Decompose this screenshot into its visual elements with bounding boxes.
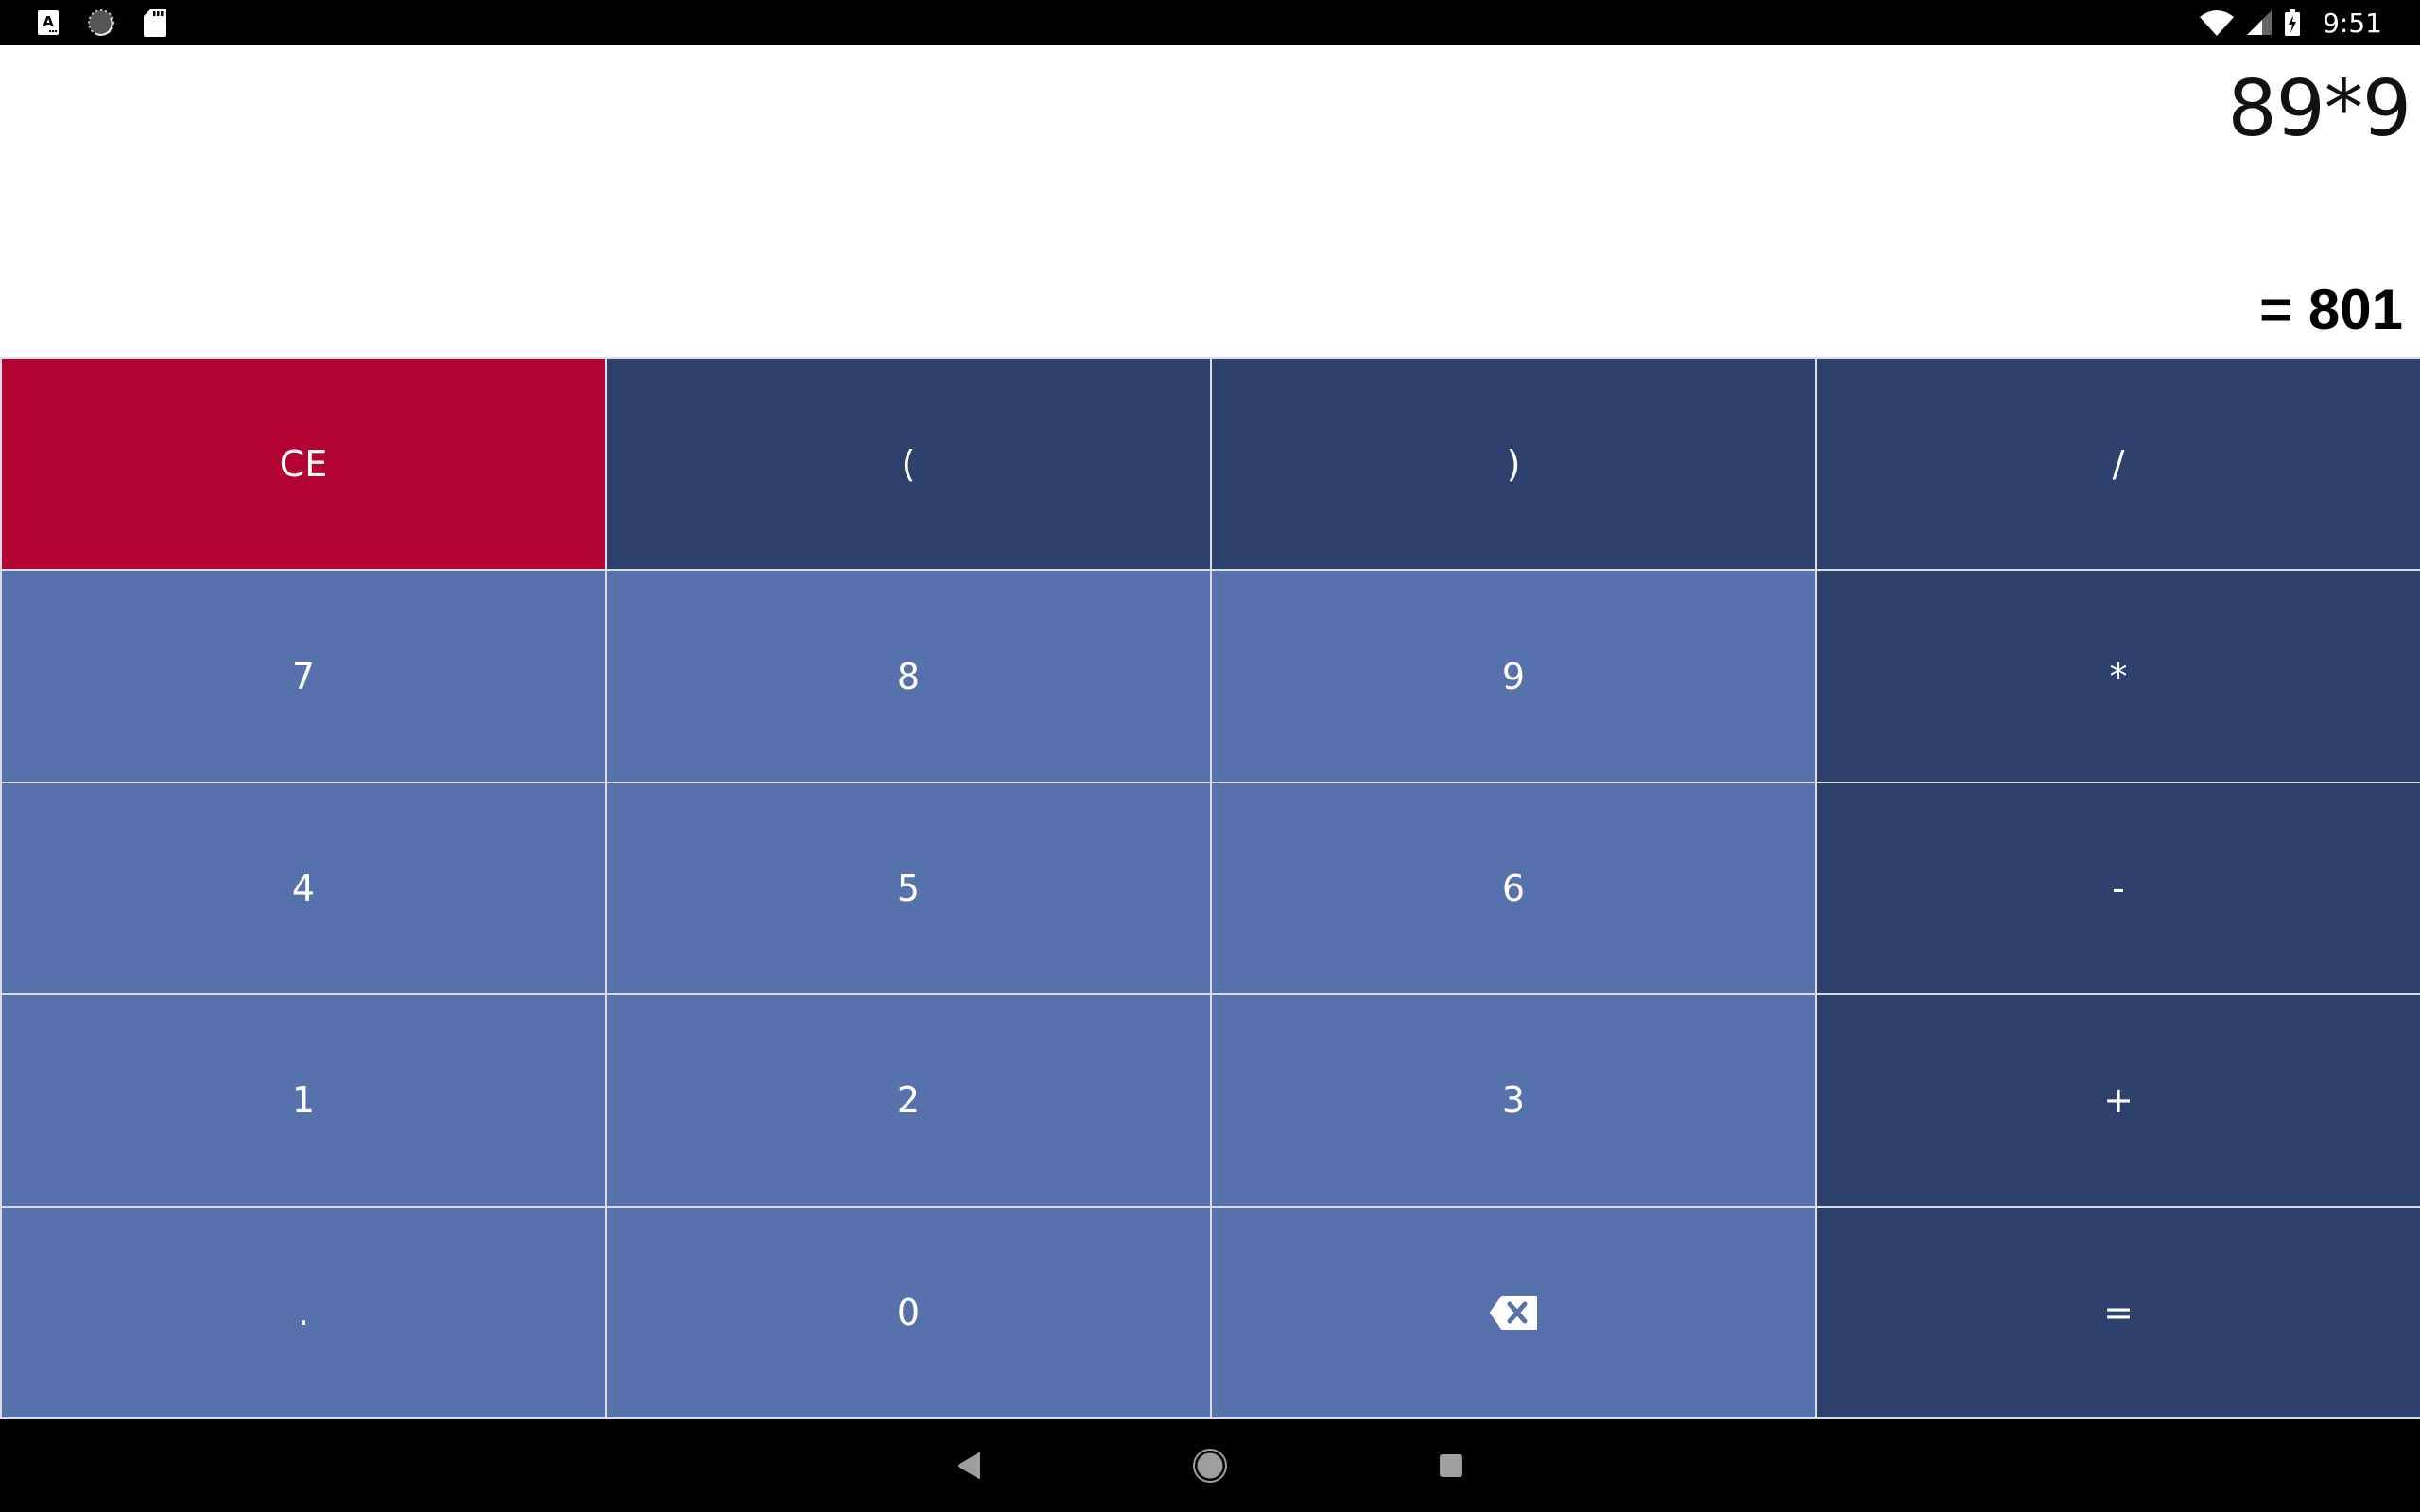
- key-label: 5: [896, 867, 921, 909]
- key-label: 1: [291, 1079, 316, 1122]
- divide-button[interactable]: /: [1817, 359, 2420, 570]
- calculator-display: 89*9 = 801: [0, 45, 2420, 357]
- key-label: 7: [291, 655, 316, 697]
- digit-1-button[interactable]: 1: [2, 995, 605, 1206]
- key-label: .: [297, 1291, 310, 1333]
- keypad: CE () / 7 8 9 * 4 5 6 - 1 2 3 +. 0 =: [0, 357, 2420, 1419]
- cellular-signal-icon: [2247, 10, 2273, 35]
- digit-7-button[interactable]: 7: [2, 571, 605, 782]
- key-label: CE: [279, 443, 328, 486]
- nav-recents-button[interactable]: [1394, 1419, 1508, 1512]
- key-label: 9: [1501, 655, 1526, 697]
- recents-square-icon: [1440, 1454, 1462, 1477]
- backspace-icon: [1490, 1295, 1537, 1330]
- sync-icon: [88, 9, 114, 36]
- digit-3-button[interactable]: 3: [1212, 995, 1815, 1206]
- text-notification-icon: A: [38, 10, 59, 35]
- navigation-bar: [0, 1419, 2420, 1512]
- clear-entry-button[interactable]: CE: [2, 359, 605, 570]
- backspace-button[interactable]: [1212, 1207, 1815, 1418]
- status-notification-icons: A: [38, 0, 166, 45]
- digit-5-button[interactable]: 5: [607, 782, 1210, 994]
- key-label: =: [2103, 1291, 2134, 1333]
- digit-9-button[interactable]: 9: [1212, 571, 1815, 782]
- battery-charging-icon: [2285, 9, 2301, 36]
- key-label: 8: [896, 655, 921, 697]
- status-bar: A 9:51: [0, 0, 2420, 45]
- key-label: ): [1506, 443, 1521, 486]
- key-label: 2: [896, 1079, 921, 1122]
- key-label: 0: [896, 1291, 921, 1333]
- key-label: *: [2109, 655, 2128, 697]
- multiply-button[interactable]: *: [1817, 571, 2420, 782]
- decimal-point-button[interactable]: .: [2, 1207, 605, 1418]
- digit-4-button[interactable]: 4: [2, 782, 605, 994]
- result-text: = 801: [2259, 278, 2403, 341]
- status-clock: 9:51: [2323, 7, 2382, 39]
- digit-8-button[interactable]: 8: [607, 571, 1210, 782]
- add-button[interactable]: +: [1817, 995, 2420, 1206]
- digit-0-button[interactable]: 0: [607, 1207, 1210, 1418]
- wifi-icon: [2200, 10, 2235, 36]
- key-label: (: [901, 443, 916, 486]
- equals-button[interactable]: =: [1817, 1207, 2420, 1418]
- close-paren-button[interactable]: ): [1212, 359, 1815, 570]
- home-circle-icon: [1193, 1449, 1227, 1483]
- key-label: 3: [1501, 1079, 1526, 1122]
- sd-card-icon: [144, 9, 166, 37]
- digit-2-button[interactable]: 2: [607, 995, 1210, 1206]
- subtract-button[interactable]: -: [1817, 782, 2420, 994]
- digit-6-button[interactable]: 6: [1212, 782, 1815, 994]
- key-label: /: [2112, 443, 2125, 486]
- key-label: 4: [291, 867, 316, 909]
- svg-text:A: A: [43, 13, 54, 30]
- status-system-icons: 9:51: [2200, 0, 2382, 45]
- expression-text[interactable]: 89*9: [2227, 64, 2411, 154]
- key-label: 6: [1501, 867, 1526, 909]
- key-label: +: [2103, 1079, 2134, 1122]
- key-label: -: [2112, 867, 2125, 909]
- open-paren-button[interactable]: (: [607, 359, 1210, 570]
- nav-back-button[interactable]: [912, 1419, 1026, 1512]
- back-triangle-icon: [958, 1452, 980, 1479]
- nav-home-button[interactable]: [1153, 1419, 1267, 1512]
